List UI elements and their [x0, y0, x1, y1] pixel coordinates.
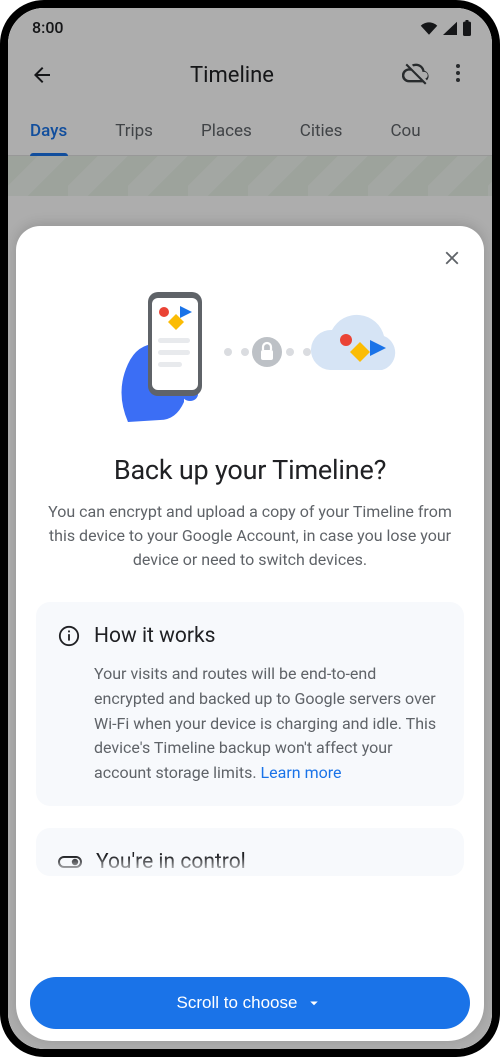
learn-more-link[interactable]: Learn more [261, 763, 342, 782]
backup-bottom-sheet: Back up your Timeline? You can encrypt a… [16, 226, 484, 1041]
scroll-to-choose-button[interactable]: Scroll to choose [30, 977, 470, 1029]
sheet-title: Back up your Timeline? [40, 454, 460, 486]
hero-illustration [16, 274, 484, 434]
chevron-down-icon [305, 994, 323, 1012]
info-icon [58, 625, 80, 647]
cta-label: Scroll to choose [177, 993, 298, 1013]
in-control-title: You're in control [96, 850, 246, 874]
toggle-icon [58, 854, 82, 870]
how-it-works-title: How it works [94, 624, 216, 648]
sheet-subtitle: You can encrypt and upload a copy of you… [46, 500, 454, 572]
how-it-works-body: Your visits and routes will be end-to-en… [94, 662, 442, 786]
close-icon [441, 247, 463, 269]
cta-bar: Scroll to choose [30, 977, 470, 1029]
backup-illustration-icon [100, 282, 400, 422]
in-control-card: You're in control [36, 828, 464, 876]
close-button[interactable] [438, 244, 466, 272]
how-it-works-card: How it works Your visits and routes will… [36, 602, 464, 806]
